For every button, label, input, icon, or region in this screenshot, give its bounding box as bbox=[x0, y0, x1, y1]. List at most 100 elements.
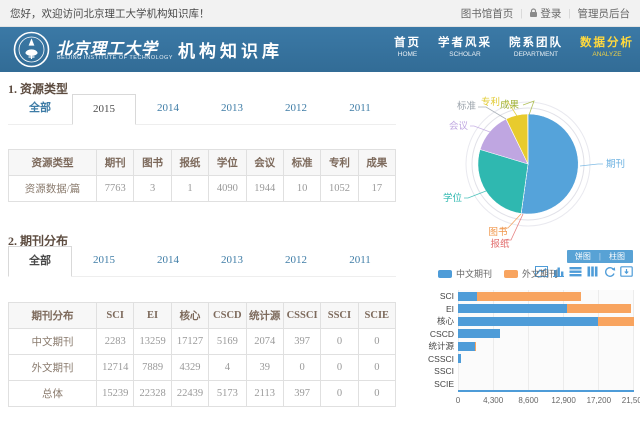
x-axis-tick: 17,200 bbox=[587, 396, 611, 405]
library-home-link[interactable]: 图书馆首页 bbox=[461, 6, 514, 21]
lock-icon bbox=[529, 8, 538, 18]
section2-title: 2. 期刊分布 bbox=[8, 232, 396, 246]
pie-slice-1[interactable] bbox=[521, 114, 578, 214]
pie-label-6: 标准 bbox=[457, 100, 477, 112]
nav-item-department[interactable]: 院系团队DEPARTMENT bbox=[509, 34, 563, 58]
bar-view-button[interactable]: 柱图 bbox=[609, 251, 625, 262]
refresh-icon[interactable] bbox=[603, 266, 616, 277]
table-cell: 2113 bbox=[246, 381, 283, 407]
pie-label-3: 报纸 bbox=[490, 238, 510, 250]
section2-year-tabs: 全部20152014201320122011 bbox=[8, 246, 396, 277]
pie-label-1: 期刊 bbox=[606, 158, 625, 170]
section1-tab-2011[interactable]: 2011 bbox=[328, 94, 392, 124]
column-header: 期刊分布 bbox=[9, 303, 97, 329]
column-header: 核心 bbox=[171, 303, 208, 329]
bar-category-label: SCIE bbox=[402, 379, 458, 389]
row-label: 总体 bbox=[9, 381, 97, 407]
bar-row-CSCD: CSCD bbox=[402, 328, 634, 341]
table-cell: 7763 bbox=[97, 176, 134, 202]
bar-track bbox=[458, 379, 634, 388]
section2-tab-2011[interactable]: 2011 bbox=[328, 246, 392, 276]
nav-item-home[interactable]: 首页HOME bbox=[394, 34, 421, 58]
university-name-en: BEIJING INSTITUTE OF TECHNOLOGY bbox=[57, 55, 173, 61]
bar-category-label: EI bbox=[402, 304, 458, 314]
section2-tab-2012[interactable]: 2012 bbox=[264, 246, 328, 276]
table-cell: 0 bbox=[283, 355, 320, 381]
legend-item-外文期刊[interactable]: 外文期刊 bbox=[504, 267, 558, 280]
section2-tab-2015[interactable]: 2015 bbox=[72, 246, 136, 276]
section2-tab-2013[interactable]: 2013 bbox=[200, 246, 264, 276]
table-cell: 22439 bbox=[171, 381, 208, 407]
table-cell: 5173 bbox=[209, 381, 246, 407]
nav-item-analyze[interactable]: 数据分析ANALYZE bbox=[580, 34, 634, 58]
legend-swatch bbox=[438, 270, 452, 278]
pie-label-2: 图书 bbox=[488, 227, 508, 238]
left-column: 1. 资源类型 全部20152014201320122011 资源类型期刊图书报… bbox=[8, 72, 396, 407]
bar-segment-外文期刊 bbox=[567, 304, 632, 313]
bar-row-SSCI: SSCI bbox=[402, 365, 634, 378]
legend-label: 中文期刊 bbox=[456, 267, 492, 280]
table-cell: 15239 bbox=[97, 381, 134, 407]
column-header: 资源类型 bbox=[9, 150, 97, 176]
table-cell: 39 bbox=[246, 355, 283, 381]
welcome-text: 您好，欢迎访问北京理工大学机构知识库！ bbox=[10, 6, 210, 21]
table-row: 外文期刊1271478894329439000 bbox=[9, 355, 396, 381]
table-cell: 0 bbox=[358, 381, 395, 407]
main-nav: 首页HOME 学者风采SCHOLAR 院系团队DEPARTMENT 数据分析ANALY… bbox=[394, 34, 634, 58]
table-cell: 397 bbox=[283, 329, 320, 355]
bar-category-label: 核心 bbox=[402, 315, 458, 327]
row-label: 资源数据/篇 bbox=[9, 176, 97, 202]
section1-tab-2012[interactable]: 2012 bbox=[264, 94, 328, 124]
table-row: 中文期刊228313259171275169207439700 bbox=[9, 329, 396, 355]
top-bar: 您好，欢迎访问北京理工大学机构知识库！ 图书馆首页 | 登录 | 管理员后台 bbox=[0, 0, 640, 27]
bar-segment-中文期刊 bbox=[458, 304, 567, 313]
bar-segment-中文期刊 bbox=[458, 292, 477, 301]
section1-tab-2014[interactable]: 2014 bbox=[136, 94, 200, 124]
bar-track bbox=[458, 342, 634, 351]
nav-label-en: DEPARTMENT bbox=[509, 51, 563, 58]
legend-item-中文期刊[interactable]: 中文期刊 bbox=[438, 267, 492, 280]
table-cell: 1 bbox=[171, 176, 208, 202]
pie-label-7: 专利 bbox=[481, 96, 500, 108]
bar-row-CSSCI: CSSCI bbox=[402, 353, 634, 366]
top-links: 图书馆首页 | 登录 | 管理员后台 bbox=[461, 6, 630, 21]
table-cell: 2283 bbox=[97, 329, 134, 355]
bar-segment-中文期刊 bbox=[458, 317, 598, 326]
row-label: 外文期刊 bbox=[9, 355, 97, 381]
section2-tab-2014[interactable]: 2014 bbox=[136, 246, 200, 276]
bar-track bbox=[458, 367, 634, 376]
table-cell: 12714 bbox=[97, 355, 134, 381]
tiled-bars-icon[interactable] bbox=[586, 266, 599, 277]
table-cell: 4329 bbox=[171, 355, 208, 381]
section1-tab-2013[interactable]: 2013 bbox=[200, 94, 264, 124]
link-separator: | bbox=[568, 8, 570, 19]
nav-item-scholar[interactable]: 学者风采SCHOLAR bbox=[438, 34, 492, 58]
resource-type-pie-chart: 期刊学位会议标准专利成果图书报纸 bbox=[396, 78, 640, 250]
table-cell: 0 bbox=[321, 355, 358, 381]
x-axis-tick: 21,500 bbox=[622, 396, 640, 405]
save-icon[interactable] bbox=[620, 266, 633, 277]
table-cell: 22328 bbox=[134, 381, 171, 407]
section2-tab-all[interactable]: 全部 bbox=[8, 246, 72, 277]
column-header: 学位 bbox=[209, 150, 246, 176]
table-cell: 1052 bbox=[321, 176, 358, 202]
row-label: 中文期刊 bbox=[9, 329, 97, 355]
chart-type-toggle: 饼图|柱图 bbox=[567, 250, 633, 263]
column-header: CSCD bbox=[209, 303, 246, 329]
bar-segment-外文期刊 bbox=[477, 292, 581, 301]
stacked-bars-icon[interactable] bbox=[569, 266, 582, 277]
column-header: 期刊 bbox=[97, 150, 134, 176]
section1-title: 1. 资源类型 bbox=[8, 80, 396, 94]
legend-swatch bbox=[504, 270, 518, 278]
x-axis-tick: 0 bbox=[456, 396, 460, 405]
nav-label-en: ANALYZE bbox=[580, 51, 634, 58]
login-link[interactable]: 登录 bbox=[529, 6, 561, 21]
section1-tab-2015[interactable]: 2015 bbox=[72, 94, 136, 125]
nav-label-en: SCHOLAR bbox=[438, 51, 492, 58]
pie-view-button[interactable]: 饼图 bbox=[575, 251, 591, 262]
table-cell: 1944 bbox=[246, 176, 283, 202]
table-cell: 7889 bbox=[134, 355, 171, 381]
section1-tab-all[interactable]: 全部 bbox=[8, 94, 72, 124]
admin-backend-link[interactable]: 管理员后台 bbox=[578, 6, 631, 21]
bar-track bbox=[458, 354, 634, 363]
